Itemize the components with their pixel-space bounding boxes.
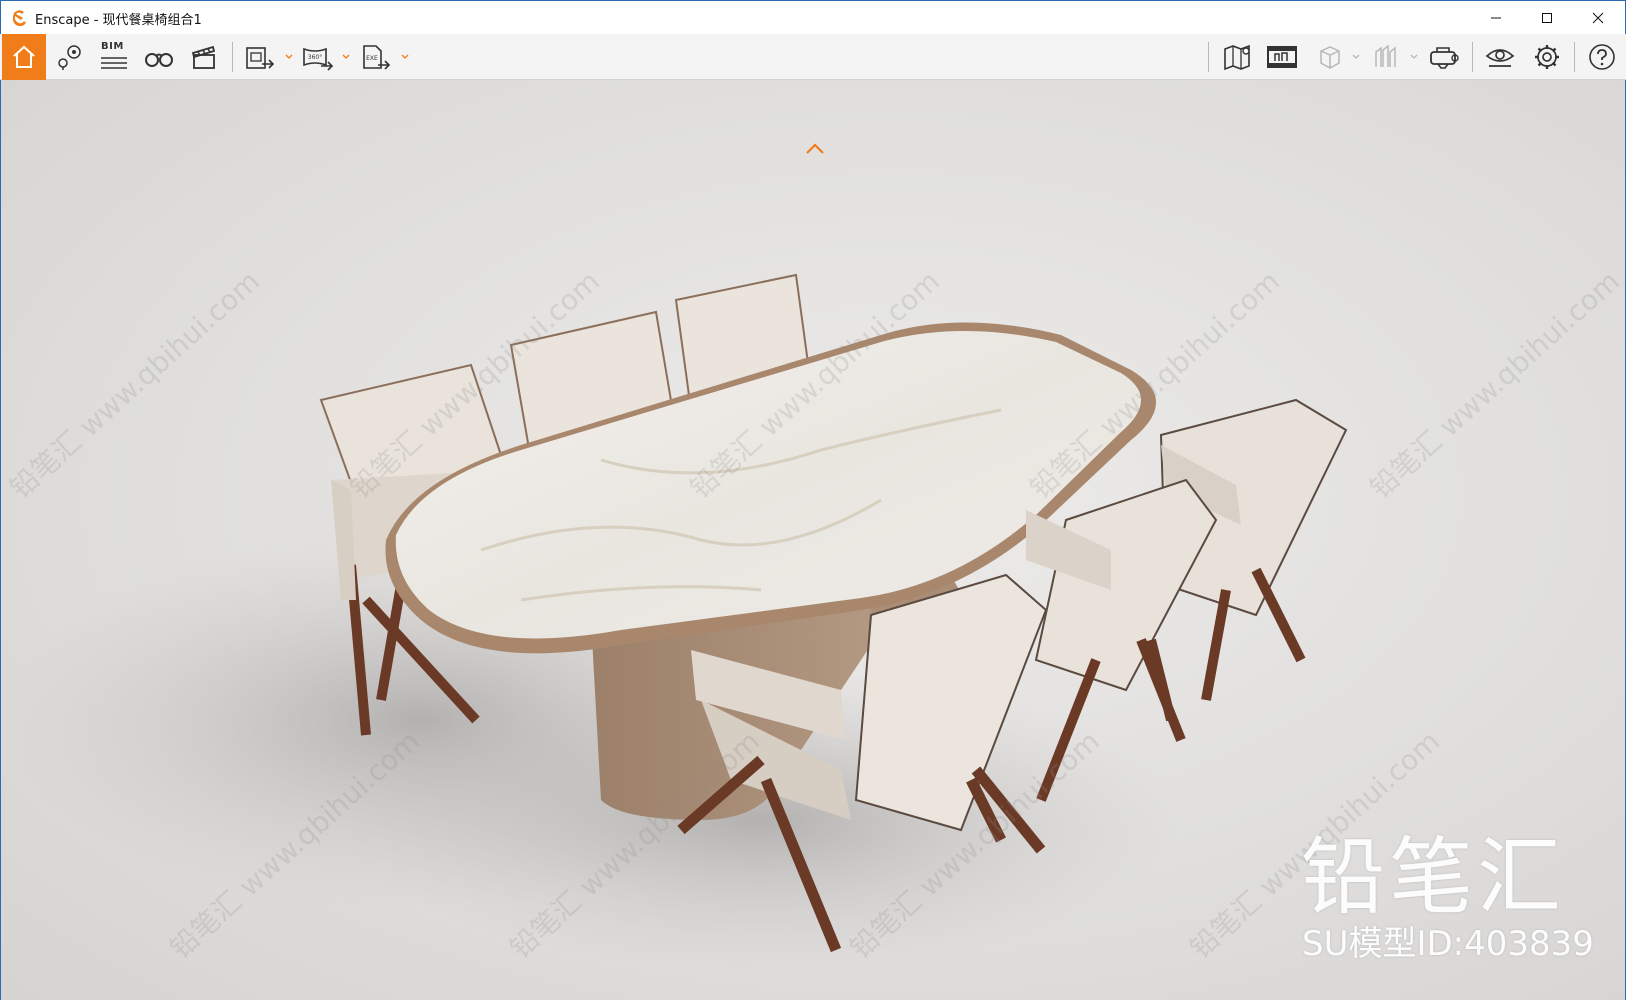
panorama-button[interactable]: 360°	[298, 34, 338, 80]
exe-badge: EXE	[366, 55, 378, 62]
toolbar-separator	[232, 42, 233, 72]
binoculars-button[interactable]	[139, 34, 179, 80]
help-icon	[1589, 44, 1615, 70]
exe-export-icon: EXE	[363, 45, 391, 70]
screenshot-export-button[interactable]	[240, 34, 280, 80]
cube-button[interactable]	[1310, 34, 1350, 80]
toolbar-separator	[1208, 42, 1209, 72]
chevron-down-icon[interactable]	[1352, 53, 1360, 61]
views-button[interactable]	[50, 34, 90, 80]
main-toolbar: BIM 360° EXE	[0, 34, 1626, 80]
brand-watermark: 铅笔汇	[1301, 828, 1566, 926]
minimize-icon	[1491, 17, 1501, 19]
minimize-button[interactable]	[1473, 1, 1519, 35]
render-viewport[interactable]: 铅笔汇 www.qbihui.com 铅笔汇 www.qbihui.com 铅笔…	[0, 80, 1626, 1000]
settings-icon	[1535, 45, 1559, 69]
title-bar: Enscape - 现代餐桌椅组合1	[0, 0, 1626, 34]
map-button[interactable]	[1218, 34, 1258, 80]
chevron-down-icon[interactable]	[342, 53, 350, 61]
model-id-label: SU模型ID:403839	[1302, 924, 1594, 964]
views-icon	[58, 45, 81, 70]
enscape-logo-icon	[12, 10, 26, 27]
exe-export-button[interactable]: EXE	[356, 34, 396, 80]
cube-icon	[1320, 46, 1340, 69]
bim-structure-button[interactable]	[1366, 34, 1406, 80]
chevron-down-icon[interactable]	[285, 53, 293, 61]
vr-headset-icon	[1430, 47, 1459, 69]
visibility-button[interactable]	[1480, 34, 1520, 80]
home-button[interactable]	[2, 34, 46, 80]
close-button[interactable]	[1575, 1, 1621, 35]
close-icon	[1592, 12, 1604, 24]
screenshot-export-icon	[246, 47, 275, 69]
maximize-button[interactable]	[1524, 1, 1570, 35]
panorama-badge: 360°	[308, 54, 322, 61]
asset-library-button[interactable]	[1262, 34, 1302, 80]
bim-label: BIM	[101, 41, 124, 52]
help-button[interactable]	[1582, 34, 1622, 80]
video-editor-button[interactable]	[184, 34, 224, 80]
window-title: Enscape - 现代餐桌椅组合1	[35, 13, 202, 28]
chevron-down-icon[interactable]	[1410, 53, 1418, 61]
bim-structure-icon	[1375, 44, 1396, 67]
toolbar-separator	[1472, 42, 1473, 72]
svg-text:铅笔汇 www.qbihui.com: 铅笔汇 www.qbihui.com	[1364, 264, 1626, 505]
maximize-icon	[1542, 13, 1552, 23]
clapperboard-icon	[191, 45, 216, 69]
vr-headset-button[interactable]	[1424, 34, 1464, 80]
map-icon	[1224, 44, 1250, 71]
settings-button[interactable]	[1527, 34, 1567, 80]
visibility-icon	[1485, 49, 1515, 67]
panorama-360-icon: 360°	[303, 47, 334, 71]
chevron-up-icon[interactable]	[804, 142, 826, 156]
home-icon	[13, 45, 35, 68]
asset-library-icon	[1267, 46, 1297, 68]
svg-text:铅笔汇 www.qbihui.com: 铅笔汇 www.qbihui.com	[4, 264, 266, 505]
binoculars-icon	[145, 53, 173, 67]
toolbar-separator	[1574, 42, 1575, 72]
chevron-down-icon[interactable]	[401, 53, 409, 61]
